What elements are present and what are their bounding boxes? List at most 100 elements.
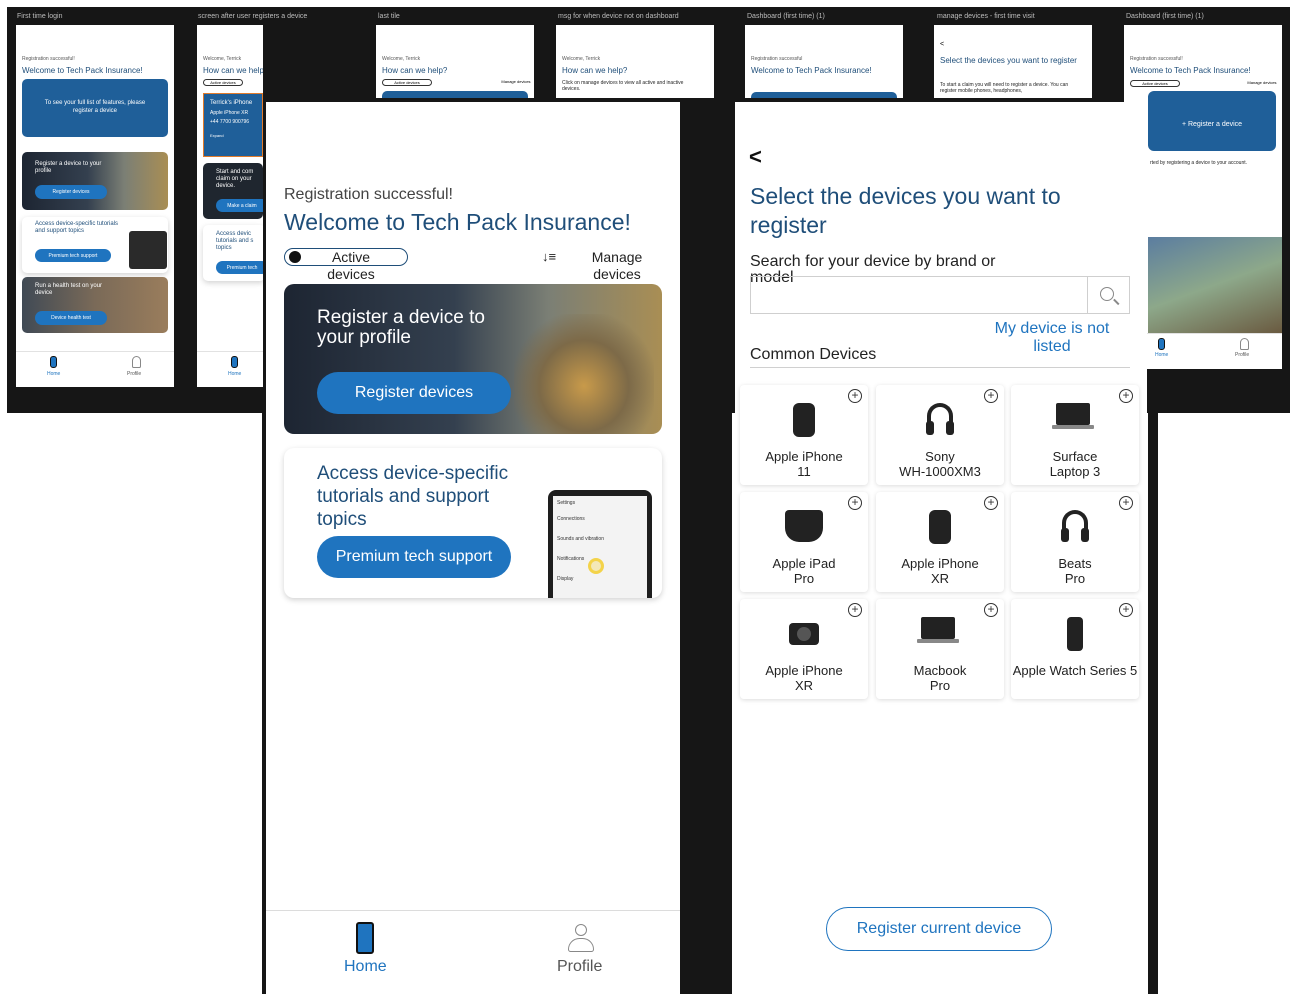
register-device-card[interactable]: Register a device to your profile Regist…: [284, 284, 662, 434]
device-name-line1: Apple iPhone: [765, 449, 843, 464]
device-tile[interactable]: + Apple Watch Series 5: [1011, 599, 1139, 699]
thumbnail-manage-devices[interactable]: < Select the devices you want to registe…: [934, 25, 1092, 98]
device-name: Macbook Pro: [876, 663, 1004, 693]
support-card[interactable]: Access device-specific tutorials and sup…: [284, 448, 662, 598]
frame-label: manage devices - first time visit: [937, 13, 1035, 20]
device-name-line2: 11: [797, 464, 811, 479]
search-input[interactable]: [750, 276, 1130, 314]
device-tile[interactable]: + Apple iPad Pro: [740, 492, 868, 592]
device-name-line1: Beats: [1058, 556, 1092, 571]
page-title: How can we help?: [203, 66, 263, 75]
device-name-line1: Macbook: [913, 663, 967, 678]
device-tile[interactable]: + Apple iPhone XR: [876, 492, 1004, 592]
device-name-line1: Apple iPhone: [765, 663, 843, 678]
add-icon[interactable]: +: [984, 496, 998, 510]
premium-support-button[interactable]: Premium tech support: [317, 536, 511, 578]
thumbnail-first-time-login[interactable]: Registration successful! Welcome to Tech…: [16, 25, 174, 387]
device-tile[interactable]: + Sony WH-1000XM3: [876, 385, 1004, 485]
premium-support-button[interactable]: Premium tech: [216, 261, 263, 274]
sort-icon[interactable]: ↓≡: [542, 249, 556, 264]
add-icon[interactable]: +: [1119, 603, 1133, 617]
tab-profile[interactable]: Profile: [127, 371, 141, 377]
add-icon[interactable]: +: [848, 389, 862, 403]
device-tile[interactable]: + Beats Pro: [1011, 492, 1139, 592]
search-icon: [1100, 287, 1114, 301]
health-test-button[interactable]: Device health test: [35, 311, 107, 325]
manage-devices-link[interactable]: Manage devices: [586, 249, 648, 283]
device-tile[interactable]: + Apple iPhone 11: [740, 385, 868, 485]
settings-header: Settings: [557, 500, 576, 506]
info-note: rted by registering a device to your acc…: [1150, 160, 1247, 166]
add-icon[interactable]: +: [1119, 389, 1133, 403]
device-name-line1: Sony: [925, 449, 955, 464]
device-name: Sony WH-1000XM3: [876, 449, 1004, 479]
thumbnail-last-tile[interactable]: Welcome, Terrick How can we help? Active…: [376, 25, 534, 98]
device-name-line2: Pro: [1064, 571, 1086, 586]
thumbnail-after-register[interactable]: Welcome, Terrick How can we help? Active…: [197, 25, 263, 387]
watch-icon: [1067, 617, 1083, 651]
register-device-button[interactable]: + Register a device: [1148, 91, 1276, 151]
card-title: Access device-specific tutorials and sup…: [317, 463, 509, 530]
search-button[interactable]: [1087, 276, 1130, 314]
thumbnail-dashboard-first-time-2[interactable]: Registration successful! Welcome to Tech…: [1124, 25, 1282, 369]
device-tile[interactable]: + Surface Laptop 3: [1011, 385, 1139, 485]
add-icon[interactable]: +: [848, 603, 862, 617]
expand-toggle[interactable]: Expand: [210, 133, 256, 138]
manage-devices-link[interactable]: Manage devices: [1244, 80, 1280, 85]
card-title: Access device-specific tutorials and sup…: [35, 221, 119, 234]
active-devices-toggle[interactable]: Active devices: [203, 79, 243, 86]
tab-home[interactable]: Home: [228, 371, 241, 377]
section-divider: [750, 367, 1130, 368]
register-current-device-button[interactable]: Register current device: [826, 907, 1052, 951]
active-devices-label: Active devices: [327, 249, 375, 282]
phone-icon: [1158, 338, 1165, 350]
thumbnail-dashboard-first-time[interactable]: Registration successful Welcome to Tech …: [745, 25, 903, 98]
add-icon[interactable]: +: [1119, 496, 1133, 510]
back-button[interactable]: <: [940, 41, 944, 48]
device-card[interactable]: Terrick's iPhone Apple iPhone XR +44 770…: [203, 93, 263, 157]
thumbnail-device-not-on-dashboard[interactable]: Welcome, Terrick How can we help? Click …: [556, 25, 714, 98]
device-tile[interactable]: + Apple iPhone XR: [740, 599, 868, 699]
health-test-card[interactable]: Run a health test on your device Device …: [22, 277, 168, 333]
camera-icon: [789, 617, 819, 645]
premium-support-button[interactable]: Premium tech support: [35, 249, 111, 262]
register-card[interactable]: Register a device to your profile Regist…: [22, 152, 168, 210]
add-icon[interactable]: +: [848, 496, 862, 510]
manage-devices-link[interactable]: Manage devices: [500, 79, 532, 84]
headphones-icon: [1061, 510, 1089, 542]
tab-profile[interactable]: Profile: [1235, 352, 1249, 358]
register-banner[interactable]: [751, 92, 897, 98]
add-icon[interactable]: +: [984, 389, 998, 403]
card-title: Access devic tutorials and s topics: [216, 231, 254, 251]
device-tile[interactable]: + Macbook Pro: [876, 599, 1004, 699]
device-name: Terrick's iPhone: [210, 100, 253, 106]
claim-card[interactable]: Start and com claim on your device. Make…: [203, 163, 263, 219]
back-button[interactable]: <: [749, 144, 762, 170]
device-card[interactable]: [382, 91, 528, 98]
settings-row: Sounds and vibration: [557, 536, 604, 542]
status-text: Registration successful!: [1130, 56, 1183, 62]
add-icon[interactable]: +: [984, 603, 998, 617]
active-devices-toggle[interactable]: Active devices: [382, 79, 432, 86]
support-card[interactable]: Access devic tutorials and s topics Prem…: [203, 225, 263, 281]
make-claim-button[interactable]: Make a claim: [216, 199, 263, 212]
tab-home[interactable]: Home: [47, 371, 60, 377]
register-prompt-banner[interactable]: To see your full list of features, pleas…: [22, 79, 168, 137]
register-devices-button[interactable]: Register devices: [317, 372, 511, 414]
tab-bar-divider: [266, 910, 680, 911]
frame-label: Dashboard (first time) (1): [1126, 13, 1204, 20]
device-not-listed-link[interactable]: My device is not listed: [987, 320, 1117, 356]
profile-icon: [1240, 338, 1249, 350]
tab-home[interactable]: Home: [1155, 352, 1168, 358]
tab-home[interactable]: Home: [344, 958, 387, 976]
page-title: Select the devices you want to register: [750, 183, 1061, 238]
tap-indicator: [588, 558, 604, 574]
active-devices-toggle[interactable]: Active devices: [1130, 80, 1180, 87]
settings-row: Connections: [557, 516, 585, 522]
frame-label: screen after user registers a device: [198, 13, 308, 20]
register-devices-button[interactable]: Register devices: [35, 185, 107, 199]
tab-profile[interactable]: Profile: [557, 958, 602, 976]
support-card[interactable]: Access device-specific tutorials and sup…: [22, 217, 168, 273]
card-title: Run a health test on your device: [35, 283, 103, 296]
card-title: Register a device to your profile: [317, 307, 485, 348]
